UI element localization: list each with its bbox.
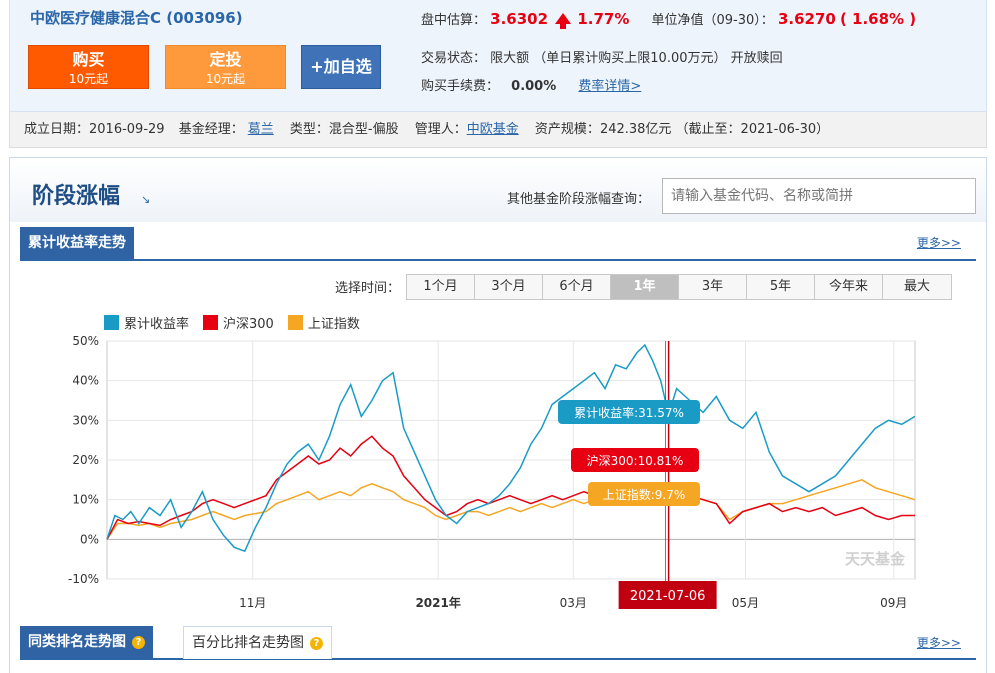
- sip-sub: 10元起: [205, 72, 246, 86]
- fee-row: 购买手续费： 0.00% 费率详情>: [421, 75, 641, 94]
- tab-rank-trend[interactable]: 同类排名走势图 ?: [20, 626, 153, 658]
- estimate-pct: 1.77%: [577, 10, 630, 28]
- y-tick-label: 40%: [72, 374, 99, 388]
- fund-info-bar: 成立日期：2016-09-29 基金经理： 葛兰 类型：混合型-偏股 管理人：中欧…: [9, 112, 987, 148]
- hover-date-label: 2021-07-06: [630, 589, 706, 604]
- y-tick-label: -10%: [68, 572, 99, 586]
- fee-value: 0.00%: [511, 79, 557, 94]
- add-watchlist-button[interactable]: +加自选: [301, 45, 381, 89]
- fee-label: 购买手续费：: [421, 79, 500, 94]
- company-label: 管理人：: [414, 122, 467, 137]
- rank-tab-bar: 同类排名走势图 ? 百分比排名走势图 ? 更多>>: [20, 626, 976, 660]
- performance-section: 阶段涨幅 ↘ 其他基金阶段涨幅查询： 累计收益率走势 更多>> 选择时间： 1个…: [9, 157, 987, 673]
- trade-status-row: 交易状态： 限大额 （单日累计购买上限10.00万元） 开放赎回: [421, 47, 783, 66]
- tab-percent-label: 百分比排名走势图: [192, 635, 304, 651]
- manager-link[interactable]: 葛兰: [248, 122, 274, 137]
- tooltip-label-0: 累计收益率:31.57%: [574, 405, 684, 420]
- y-tick-label: 10%: [72, 493, 99, 507]
- x-tick-label: 03月: [560, 596, 587, 610]
- tooltip-label-2: 上证指数:9.7%: [603, 487, 686, 502]
- nav-value: 3.6270: [777, 10, 836, 28]
- tab-rank-label: 同类排名走势图: [28, 634, 126, 650]
- help-icon[interactable]: ?: [310, 636, 323, 650]
- estimate-label: 盘中估算：: [421, 13, 487, 28]
- trade-status-label: 交易状态：: [421, 51, 487, 66]
- tooltip-label-1: 沪深300:10.81%: [587, 454, 684, 468]
- y-tick-label: 0%: [80, 532, 99, 546]
- up-arrow-icon: [555, 13, 572, 29]
- estimate-row: 盘中估算： 3.6302 1.77% 单位净值（09-30）： 3.6270 (…: [421, 9, 917, 29]
- manager-label: 基金经理：: [178, 122, 244, 137]
- size-label: 资产规模：: [534, 122, 600, 137]
- buy-sub: 10元起: [68, 72, 109, 86]
- x-tick-label: 11月: [239, 596, 266, 610]
- y-tick-label: 20%: [72, 453, 99, 467]
- cumulative-return-chart[interactable]: -10% 0% 10% 20% 30% 40% 50% 11月 2021年 03月 05月 09月 天天…: [10, 158, 986, 626]
- found-date-label: 成立日期：: [24, 122, 90, 137]
- fund-title: 中欧医疗健康混合C (003096): [30, 9, 243, 27]
- sip-button[interactable]: 定投 10元起: [165, 45, 286, 89]
- buy-button[interactable]: 购买 10元起: [28, 45, 149, 89]
- estimate-value: 3.6302: [490, 10, 549, 28]
- size-value: 242.38亿元 （截止至：2021-06-30）: [599, 122, 830, 137]
- found-date-value: 2016-09-29: [89, 122, 165, 137]
- type-label: 类型：: [289, 122, 329, 137]
- watermark-logo: 天天基金: [845, 550, 906, 568]
- y-tick-label: 50%: [72, 334, 99, 348]
- more-link-rank[interactable]: 更多>>: [917, 634, 961, 651]
- type-value: 混合型-偏股: [328, 122, 399, 137]
- nav-pct: ( 1.68% ): [839, 10, 917, 28]
- help-icon[interactable]: ?: [132, 635, 145, 649]
- buy-label: 购买: [72, 50, 105, 69]
- fee-detail-link[interactable]: 费率详情>: [578, 79, 641, 94]
- fund-header: 中欧医疗健康混合C (003096) 购买 10元起 定投 10元起 +加自选 …: [9, 0, 987, 112]
- trade-status-value: 限大额 （单日累计购买上限10.00万元） 开放赎回: [490, 51, 783, 66]
- nav-label: 单位净值（09-30）：: [651, 13, 774, 28]
- x-tick-label: 2021年: [415, 595, 460, 610]
- sip-label: 定投: [209, 50, 242, 69]
- x-tick-label: 05月: [732, 596, 759, 610]
- company-link[interactable]: 中欧基金: [467, 122, 519, 137]
- y-tick-label: 30%: [72, 413, 99, 427]
- x-tick-label: 09月: [880, 596, 907, 610]
- tab-percent-rank[interactable]: 百分比排名走势图 ?: [183, 626, 332, 659]
